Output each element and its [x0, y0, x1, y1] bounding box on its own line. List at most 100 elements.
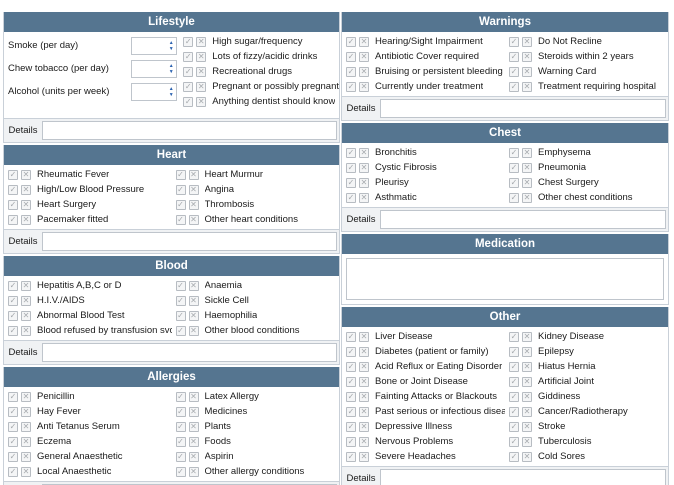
spinner-down-icon[interactable]: ▼: [169, 69, 174, 75]
cross-icon[interactable]: ✕: [522, 346, 532, 357]
cross-icon[interactable]: ✕: [196, 81, 207, 92]
cross-icon[interactable]: ✕: [188, 325, 199, 336]
cross-icon[interactable]: ✕: [21, 451, 31, 462]
check-icon[interactable]: ✓: [509, 51, 519, 62]
check-icon[interactable]: ✓: [509, 421, 519, 432]
cross-icon[interactable]: ✕: [21, 199, 31, 210]
cross-icon[interactable]: ✕: [359, 162, 369, 173]
cross-icon[interactable]: ✕: [522, 36, 532, 47]
cross-icon[interactable]: ✕: [188, 421, 199, 432]
cross-icon[interactable]: ✕: [359, 361, 369, 372]
cross-icon[interactable]: ✕: [522, 177, 532, 188]
check-icon[interactable]: ✓: [346, 192, 356, 203]
check-icon[interactable]: ✓: [346, 66, 356, 77]
cross-icon[interactable]: ✕: [188, 295, 199, 306]
cross-icon[interactable]: ✕: [359, 66, 369, 77]
medication-textarea[interactable]: [346, 258, 664, 300]
check-icon[interactable]: ✓: [346, 147, 356, 158]
check-icon[interactable]: ✓: [509, 406, 519, 417]
cross-icon[interactable]: ✕: [359, 376, 369, 387]
check-icon[interactable]: ✓: [509, 192, 519, 203]
check-icon[interactable]: ✓: [183, 66, 194, 77]
check-icon[interactable]: ✓: [175, 199, 186, 210]
cross-icon[interactable]: ✕: [522, 81, 532, 92]
cross-icon[interactable]: ✕: [188, 451, 199, 462]
check-icon[interactable]: ✓: [175, 391, 186, 402]
check-icon[interactable]: ✓: [346, 346, 356, 357]
warnings-details-input[interactable]: [380, 99, 666, 118]
cross-icon[interactable]: ✕: [522, 66, 532, 77]
check-icon[interactable]: ✓: [8, 451, 18, 462]
check-icon[interactable]: ✓: [346, 361, 356, 372]
cross-icon[interactable]: ✕: [522, 51, 532, 62]
cross-icon[interactable]: ✕: [188, 199, 199, 210]
other-details-input[interactable]: [380, 469, 666, 485]
check-icon[interactable]: ✓: [175, 295, 186, 306]
check-icon[interactable]: ✓: [509, 451, 519, 462]
cross-icon[interactable]: ✕: [359, 36, 369, 47]
cross-icon[interactable]: ✕: [522, 421, 532, 432]
check-icon[interactable]: ✓: [509, 162, 519, 173]
check-icon[interactable]: ✓: [183, 36, 194, 47]
check-icon[interactable]: ✓: [8, 310, 18, 321]
check-icon[interactable]: ✓: [183, 81, 194, 92]
check-icon[interactable]: ✓: [509, 66, 519, 77]
cross-icon[interactable]: ✕: [21, 325, 31, 336]
cross-icon[interactable]: ✕: [359, 177, 369, 188]
check-icon[interactable]: ✓: [346, 436, 356, 447]
cross-icon[interactable]: ✕: [21, 184, 31, 195]
check-icon[interactable]: ✓: [8, 199, 18, 210]
cross-icon[interactable]: ✕: [359, 51, 369, 62]
check-icon[interactable]: ✓: [175, 406, 186, 417]
cross-icon[interactable]: ✕: [21, 310, 31, 321]
check-icon[interactable]: ✓: [8, 214, 18, 225]
cross-icon[interactable]: ✕: [359, 147, 369, 158]
cross-icon[interactable]: ✕: [522, 192, 532, 203]
cross-icon[interactable]: ✕: [188, 466, 199, 477]
cross-icon[interactable]: ✕: [359, 346, 369, 357]
cross-icon[interactable]: ✕: [188, 280, 199, 291]
cross-icon[interactable]: ✕: [522, 391, 532, 402]
cross-icon[interactable]: ✕: [359, 451, 369, 462]
cross-icon[interactable]: ✕: [522, 361, 532, 372]
check-icon[interactable]: ✓: [183, 96, 194, 107]
check-icon[interactable]: ✓: [8, 184, 18, 195]
check-icon[interactable]: ✓: [8, 169, 18, 180]
cross-icon[interactable]: ✕: [196, 51, 207, 62]
check-icon[interactable]: ✓: [346, 376, 356, 387]
check-icon[interactable]: ✓: [346, 391, 356, 402]
chew-tobacco-spinner[interactable]: ▲ ▼: [131, 59, 178, 78]
check-icon[interactable]: ✓: [175, 466, 186, 477]
cross-icon[interactable]: ✕: [21, 391, 31, 402]
cross-icon[interactable]: ✕: [188, 310, 199, 321]
spinner-down-icon[interactable]: ▼: [169, 92, 174, 98]
check-icon[interactable]: ✓: [8, 421, 18, 432]
cross-icon[interactable]: ✕: [21, 169, 31, 180]
check-icon[interactable]: ✓: [8, 325, 18, 336]
check-icon[interactable]: ✓: [175, 214, 186, 225]
cross-icon[interactable]: ✕: [359, 391, 369, 402]
cross-icon[interactable]: ✕: [359, 81, 369, 92]
cross-icon[interactable]: ✕: [188, 184, 199, 195]
check-icon[interactable]: ✓: [8, 391, 18, 402]
check-icon[interactable]: ✓: [8, 436, 18, 447]
cross-icon[interactable]: ✕: [188, 406, 199, 417]
cross-icon[interactable]: ✕: [188, 391, 199, 402]
check-icon[interactable]: ✓: [8, 280, 18, 291]
check-icon[interactable]: ✓: [509, 376, 519, 387]
cross-icon[interactable]: ✕: [359, 406, 369, 417]
check-icon[interactable]: ✓: [509, 436, 519, 447]
check-icon[interactable]: ✓: [175, 421, 186, 432]
chest-details-input[interactable]: [380, 210, 666, 229]
check-icon[interactable]: ✓: [509, 81, 519, 92]
check-icon[interactable]: ✓: [346, 451, 356, 462]
check-icon[interactable]: ✓: [175, 325, 186, 336]
check-icon[interactable]: ✓: [175, 310, 186, 321]
cross-icon[interactable]: ✕: [196, 66, 207, 77]
cross-icon[interactable]: ✕: [196, 96, 207, 107]
cross-icon[interactable]: ✕: [359, 436, 369, 447]
smoke-spinner[interactable]: ▲ ▼: [131, 36, 178, 55]
lifestyle-details-input[interactable]: [42, 121, 337, 140]
check-icon[interactable]: ✓: [175, 436, 186, 447]
cross-icon[interactable]: ✕: [359, 421, 369, 432]
